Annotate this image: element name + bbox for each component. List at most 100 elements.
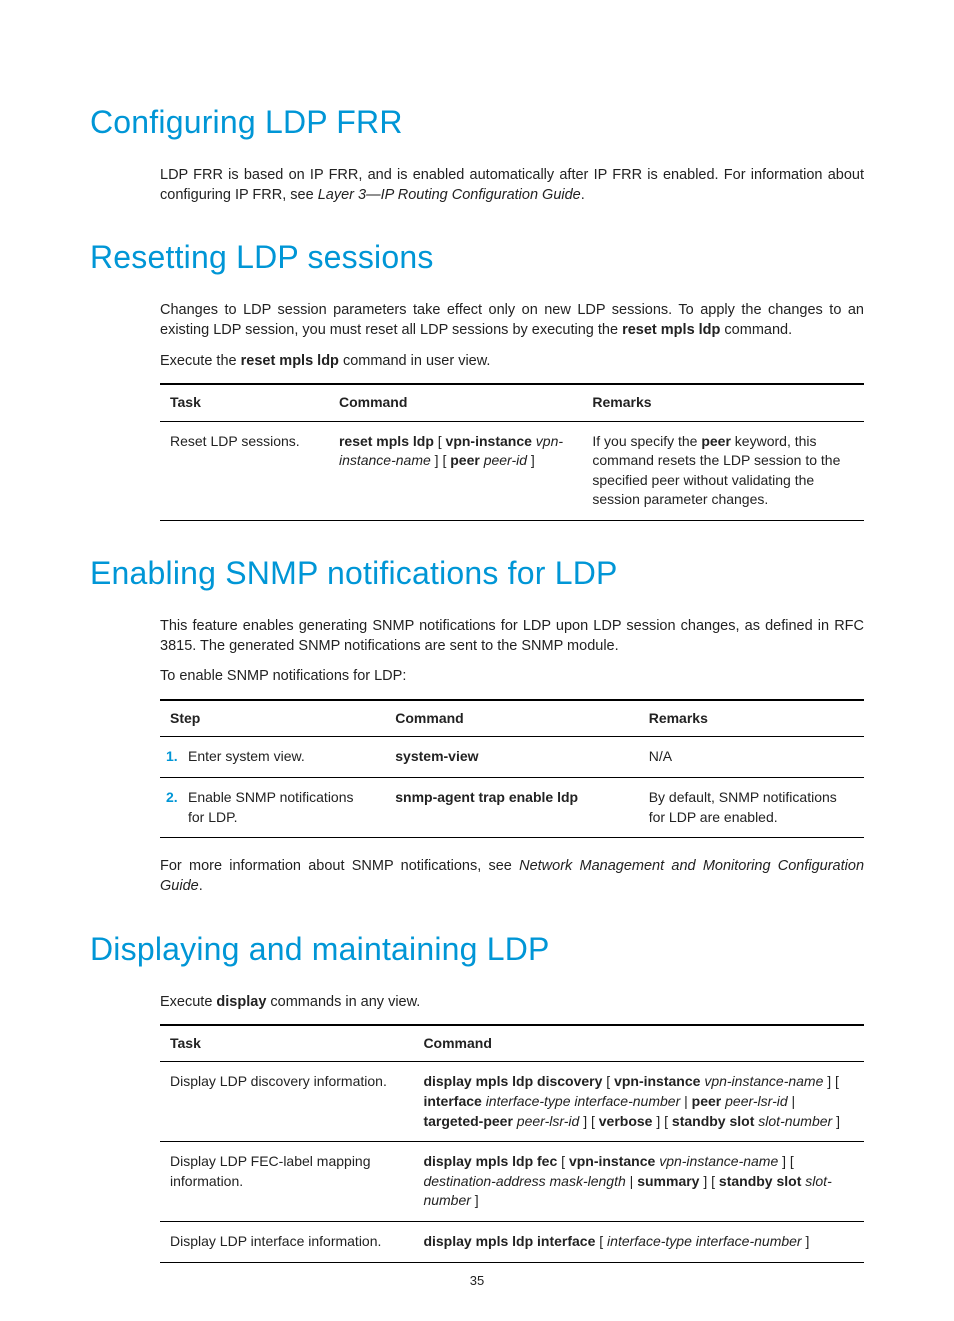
cmd-text: [ [602, 1073, 614, 1089]
cmd-keyword: targeted-peer [423, 1113, 512, 1129]
header-task: Task [160, 384, 329, 421]
cmd-arg: peer-lsr-id [517, 1113, 580, 1129]
cell-task: Display LDP interface information. [160, 1221, 413, 1262]
table-row: 1.Enter system view. system-view N/A [160, 737, 864, 778]
cmd-arg: interface-type interface-number [607, 1233, 802, 1249]
cmd-text: ] [ [778, 1153, 794, 1169]
table-row: 2.Enable SNMP notifications for LDP. snmp… [160, 777, 864, 837]
cmd-keyword: peer [692, 1093, 722, 1109]
cmd-keyword: reset mpls ldp [339, 433, 434, 449]
step-number: 1. [166, 747, 188, 767]
cmd-text: [ [434, 433, 446, 449]
display-paragraph-1: Execute display commands in any view. [160, 992, 864, 1012]
cell-remarks: N/A [639, 737, 864, 778]
table-display-commands: Task Command Display LDP discovery infor… [160, 1024, 864, 1263]
cell-command: reset mpls ldp [ vpn-instance vpn-instan… [329, 421, 582, 520]
table-header-row: Task Command [160, 1025, 864, 1062]
section-snmp-body: This feature enables generating SNMP not… [160, 616, 864, 897]
text: command. [720, 322, 792, 338]
reset-paragraph-2: Execute the reset mpls ldp command in us… [160, 351, 864, 371]
cmd-keyword: standby slot [672, 1113, 754, 1129]
cmd-text: | [788, 1093, 796, 1109]
cell-command: system-view [385, 737, 638, 778]
command-name: display [216, 994, 266, 1010]
cmd-arg: slot-number [758, 1113, 832, 1129]
header-remarks: Remarks [639, 700, 864, 737]
cmd-keyword: system-view [395, 748, 478, 764]
section-display-body: Execute display commands in any view. Ta… [160, 992, 864, 1263]
keyword: peer [701, 433, 731, 449]
header-task: Task [160, 1025, 413, 1062]
cmd-keyword: vpn-instance [446, 433, 532, 449]
table-reset-ldp: Task Command Remarks Reset LDP sessions.… [160, 383, 864, 521]
cell-task: Display LDP discovery information. [160, 1062, 413, 1142]
cmd-text: ] [832, 1113, 840, 1129]
cmd-arg: vpn-instance-name [704, 1073, 823, 1089]
command-name: reset mpls ldp [622, 322, 720, 338]
cmd-text: | [680, 1093, 691, 1109]
cell-step: 2.Enable SNMP notifications for LDP. [160, 777, 385, 837]
text: For more information about SNMP notifica… [160, 858, 519, 874]
step-number: 2. [166, 788, 188, 808]
header-command: Command [329, 384, 582, 421]
cell-command: snmp-agent trap enable ldp [385, 777, 638, 837]
cell-task: Reset LDP sessions. [160, 421, 329, 520]
cell-command: display mpls ldp interface [ interface-t… [413, 1221, 864, 1262]
page-number: 35 [0, 1272, 954, 1290]
cmd-keyword: vpn-instance [614, 1073, 700, 1089]
cmd-text: | [626, 1173, 637, 1189]
cmd-text: ] [ [699, 1173, 718, 1189]
cmd-text: ] [ [652, 1113, 671, 1129]
snmp-paragraph-1: This feature enables generating SNMP not… [160, 616, 864, 657]
cell-command: display mpls ldp fec [ vpn-instance vpn-… [413, 1142, 864, 1222]
table-row: Display LDP FEC-label mapping informatio… [160, 1142, 864, 1222]
text: commands in any view. [266, 994, 420, 1010]
cmd-arg: vpn-instance-name [659, 1153, 778, 1169]
cmd-keyword: display mpls ldp fec [423, 1153, 557, 1169]
cmd-keyword: summary [637, 1173, 699, 1189]
cmd-keyword: snmp-agent trap enable ldp [395, 789, 578, 805]
header-remarks: Remarks [582, 384, 864, 421]
text: Execute the [160, 353, 241, 369]
snmp-paragraph-2: To enable SNMP notifications for LDP: [160, 666, 864, 686]
reset-paragraph-1: Changes to LDP session parameters take e… [160, 300, 864, 341]
cmd-keyword: display mpls ldp discovery [423, 1073, 602, 1089]
cmd-arg: peer-id [484, 452, 527, 468]
cell-step: 1.Enter system view. [160, 737, 385, 778]
cell-command: display mpls ldp discovery [ vpn-instanc… [413, 1062, 864, 1142]
table-header-row: Task Command Remarks [160, 384, 864, 421]
section-frr-body: LDP FRR is based on IP FRR, and is enabl… [160, 165, 864, 206]
snmp-paragraph-3: For more information about SNMP notifica… [160, 856, 864, 897]
heading-enabling-snmp: Enabling SNMP notifications for LDP [90, 551, 864, 596]
cmd-keyword: standby slot [719, 1173, 801, 1189]
table-row: Display LDP interface information.displa… [160, 1221, 864, 1262]
cmd-text: ] [471, 1192, 479, 1208]
header-command: Command [385, 700, 638, 737]
table-row: Reset LDP sessions. reset mpls ldp [ vpn… [160, 421, 864, 520]
heading-configuring-ldp-frr: Configuring LDP FRR [90, 100, 864, 145]
header-command: Command [413, 1025, 864, 1062]
cmd-text: [ [595, 1233, 607, 1249]
heading-resetting-ldp-sessions: Resetting LDP sessions [90, 235, 864, 280]
heading-displaying-ldp: Displaying and maintaining LDP [90, 927, 864, 972]
cmd-text: ] [802, 1233, 810, 1249]
cmd-keyword: vpn-instance [569, 1153, 655, 1169]
cmd-text: ] [ [823, 1073, 839, 1089]
cmd-text: [ [557, 1153, 569, 1169]
table-snmp-steps: Step Command Remarks 1.Enter system view… [160, 699, 864, 838]
section-reset-body: Changes to LDP session parameters take e… [160, 300, 864, 521]
cmd-text: ] [527, 452, 535, 468]
cmd-text: ] [ [579, 1113, 598, 1129]
cmd-keyword: peer [450, 452, 480, 468]
cell-remarks: If you specify the peer keyword, this co… [582, 421, 864, 520]
cmd-keyword: interface [423, 1093, 481, 1109]
text: command in user view. [339, 353, 491, 369]
header-step: Step [160, 700, 385, 737]
step-description: Enter system view. [188, 747, 367, 767]
cmd-arg: peer-lsr-id [725, 1093, 788, 1109]
text: Execute [160, 994, 216, 1010]
cell-remarks: By default, SNMP notifications for LDP a… [639, 777, 864, 837]
text: If you specify the [592, 433, 701, 449]
text: . [581, 187, 585, 203]
cmd-text: ] [ [431, 452, 450, 468]
